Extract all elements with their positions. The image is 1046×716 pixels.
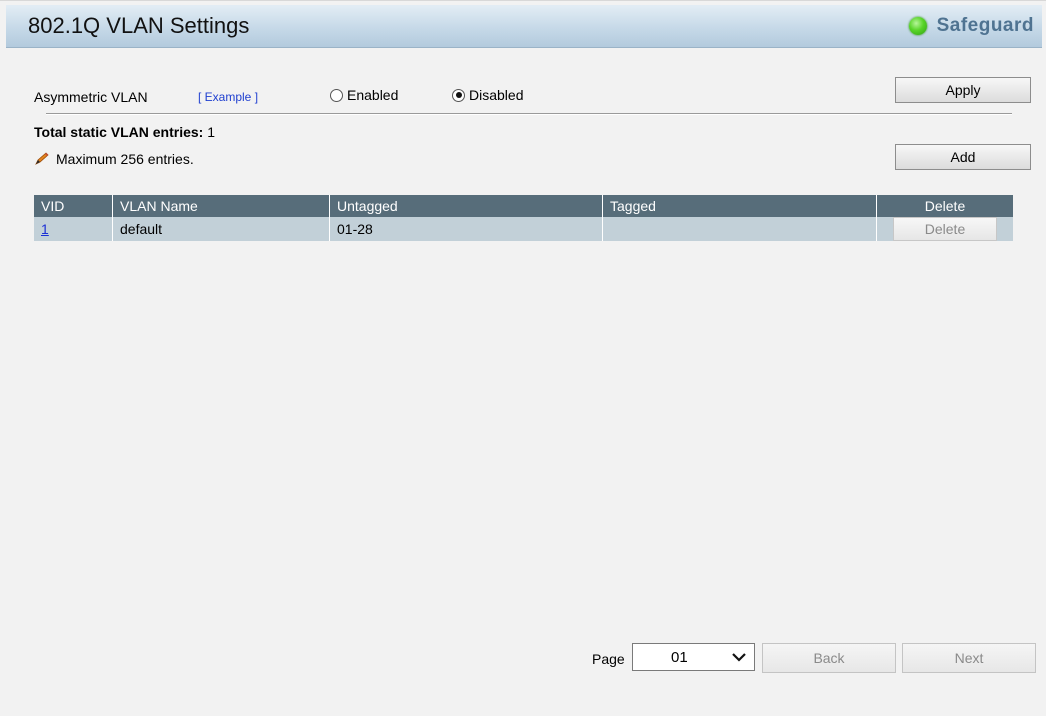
cell-untagged: 01-28 [329, 217, 603, 241]
back-button[interactable]: Back [762, 643, 896, 673]
title-bar: 802.1Q VLAN Settings Safeguard [6, 5, 1042, 48]
column-header-untagged: Untagged [329, 195, 603, 217]
safeguard-indicator: Safeguard [908, 15, 1034, 37]
column-header-delete: Delete [876, 195, 1013, 217]
vlan-settings-page: 802.1Q VLAN Settings Safeguard Asymmetri… [0, 0, 1046, 716]
asymmetric-vlan-label: Asymmetric VLAN [34, 89, 148, 105]
safeguard-label: Safeguard [936, 15, 1034, 36]
radio-enabled-label: Enabled [347, 87, 399, 103]
vlan-table: VID VLAN Name Untagged Tagged Delete 1 d… [34, 195, 1013, 241]
page-select-value: 01 [671, 648, 688, 666]
max-entries-text: Maximum 256 entries. [56, 151, 194, 167]
total-entries: Total static VLAN entries: 1 [34, 124, 215, 140]
column-header-tagged: Tagged [602, 195, 877, 217]
table-row: 1 default 01-28 Delete [34, 217, 1013, 241]
page-select[interactable]: 01 [632, 643, 755, 671]
total-entries-value: 1 [207, 124, 216, 140]
status-led-icon [908, 17, 927, 35]
section-divider [46, 113, 1012, 115]
cell-vid: 1 [34, 217, 113, 241]
page-title: 802.1Q VLAN Settings [28, 13, 250, 38]
example-link[interactable]: [ Example ] [198, 90, 258, 104]
cell-vlan-name: default [112, 217, 330, 241]
table-header-row: VID VLAN Name Untagged Tagged Delete [34, 195, 1013, 217]
radio-disabled-icon[interactable] [452, 88, 465, 102]
radio-enabled-icon[interactable] [330, 88, 343, 102]
cell-tagged [602, 217, 877, 241]
radio-disabled-option[interactable]: Disabled [452, 87, 523, 103]
column-header-vid: VID [34, 195, 113, 217]
apply-button[interactable]: Apply [895, 77, 1031, 103]
total-entries-label: Total static VLAN entries: [34, 124, 204, 140]
max-entries-note: Maximum 256 entries. [34, 151, 194, 167]
cell-delete: Delete [876, 217, 1013, 241]
page-label: Page [592, 651, 625, 667]
next-button[interactable]: Next [902, 643, 1036, 673]
row-delete-button[interactable]: Delete [893, 217, 997, 241]
vid-link[interactable]: 1 [41, 221, 49, 237]
add-button[interactable]: Add [895, 144, 1031, 170]
radio-disabled-label: Disabled [469, 87, 524, 103]
chevron-down-icon[interactable] [732, 651, 746, 663]
radio-enabled-option[interactable]: Enabled [330, 87, 398, 103]
pencil-icon [35, 152, 49, 165]
column-header-vlan-name: VLAN Name [112, 195, 330, 217]
